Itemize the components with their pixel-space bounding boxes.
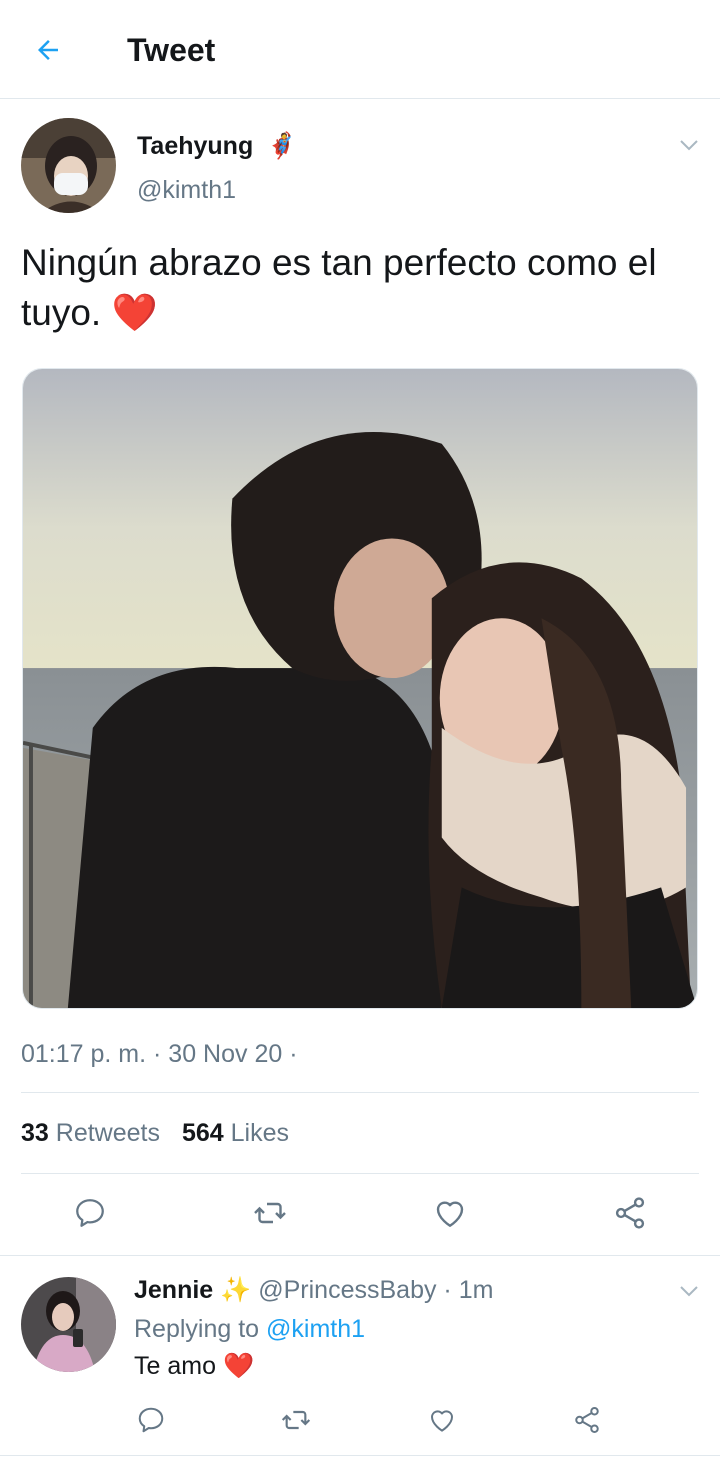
replying-to-label: Replying to [134, 1315, 260, 1343]
share-button[interactable] [610, 1193, 650, 1233]
likes-count: 564 [181, 1119, 224, 1147]
reply-icon [138, 1407, 164, 1433]
reply-text: Te amo ❤️ [134, 1350, 254, 1382]
retweets-label: Retweets [55, 1119, 160, 1147]
red-heart-emoji: ❤️ [222, 1352, 255, 1380]
reply-retweet-button[interactable] [279, 1403, 313, 1437]
reply-reply-button[interactable] [134, 1403, 168, 1437]
likes-label: Likes [230, 1119, 290, 1147]
reply-button[interactable] [70, 1193, 110, 1233]
reply-like-button[interactable] [425, 1403, 459, 1437]
tweet-image[interactable] [22, 368, 698, 1009]
reply-icon [76, 1199, 104, 1227]
replying-to: Replying to @kimth1 [134, 1313, 365, 1345]
retweets-count: 33 [21, 1119, 49, 1147]
divider [21, 1173, 699, 1174]
share-icon [575, 1407, 599, 1433]
like-button[interactable] [430, 1193, 470, 1233]
reply-handle-time[interactable]: @PrincessBaby · 1m [258, 1276, 493, 1304]
author-handle[interactable]: @kimth1 [137, 174, 236, 206]
divider [0, 1455, 720, 1456]
tweet-stats: 33 Retweets 564 Likes [21, 1117, 289, 1149]
retweets-stat[interactable]: 33 Retweets [21, 1119, 160, 1147]
page-title: Tweet [127, 32, 216, 68]
reply-text-body: Te amo [134, 1352, 216, 1380]
author-avatar[interactable] [21, 118, 116, 213]
reply-header: Jennie ✨ @PrincessBaby · 1m [134, 1274, 493, 1306]
retweet-icon [281, 1410, 311, 1430]
like-icon [436, 1201, 464, 1227]
retweet-icon [254, 1202, 286, 1224]
reply-author-name[interactable]: Jennie [134, 1276, 213, 1304]
app-header: Tweet [0, 0, 720, 99]
divider [21, 1092, 699, 1093]
author-name[interactable]: Taehyung 🦸 [137, 130, 297, 162]
back-arrow-icon [38, 40, 58, 60]
reply-author-avatar[interactable] [21, 1277, 116, 1372]
tweet-timestamp[interactable]: 01:17 p. m. · 30 Nov 20 · [21, 1038, 298, 1070]
reply-share-button[interactable] [570, 1403, 604, 1437]
tweet-text: Ningún abrazo es tan perfecto como el tu… [21, 238, 711, 338]
replying-to-handle[interactable]: @kimth1 [266, 1315, 365, 1343]
chevron-down-icon[interactable] [677, 133, 701, 157]
share-icon [615, 1197, 645, 1229]
red-heart-emoji: ❤️ [111, 292, 158, 333]
like-icon [431, 1410, 453, 1432]
divider [0, 1255, 720, 1256]
reply-author-emoji: ✨ [220, 1276, 252, 1304]
author-emoji: 🦸 [266, 132, 298, 160]
back-button[interactable] [28, 30, 68, 70]
chevron-down-icon[interactable] [677, 1279, 701, 1303]
retweet-button[interactable] [250, 1193, 290, 1233]
author-name-text: Taehyung [137, 132, 254, 160]
likes-stat[interactable]: 564 Likes [182, 1119, 289, 1147]
